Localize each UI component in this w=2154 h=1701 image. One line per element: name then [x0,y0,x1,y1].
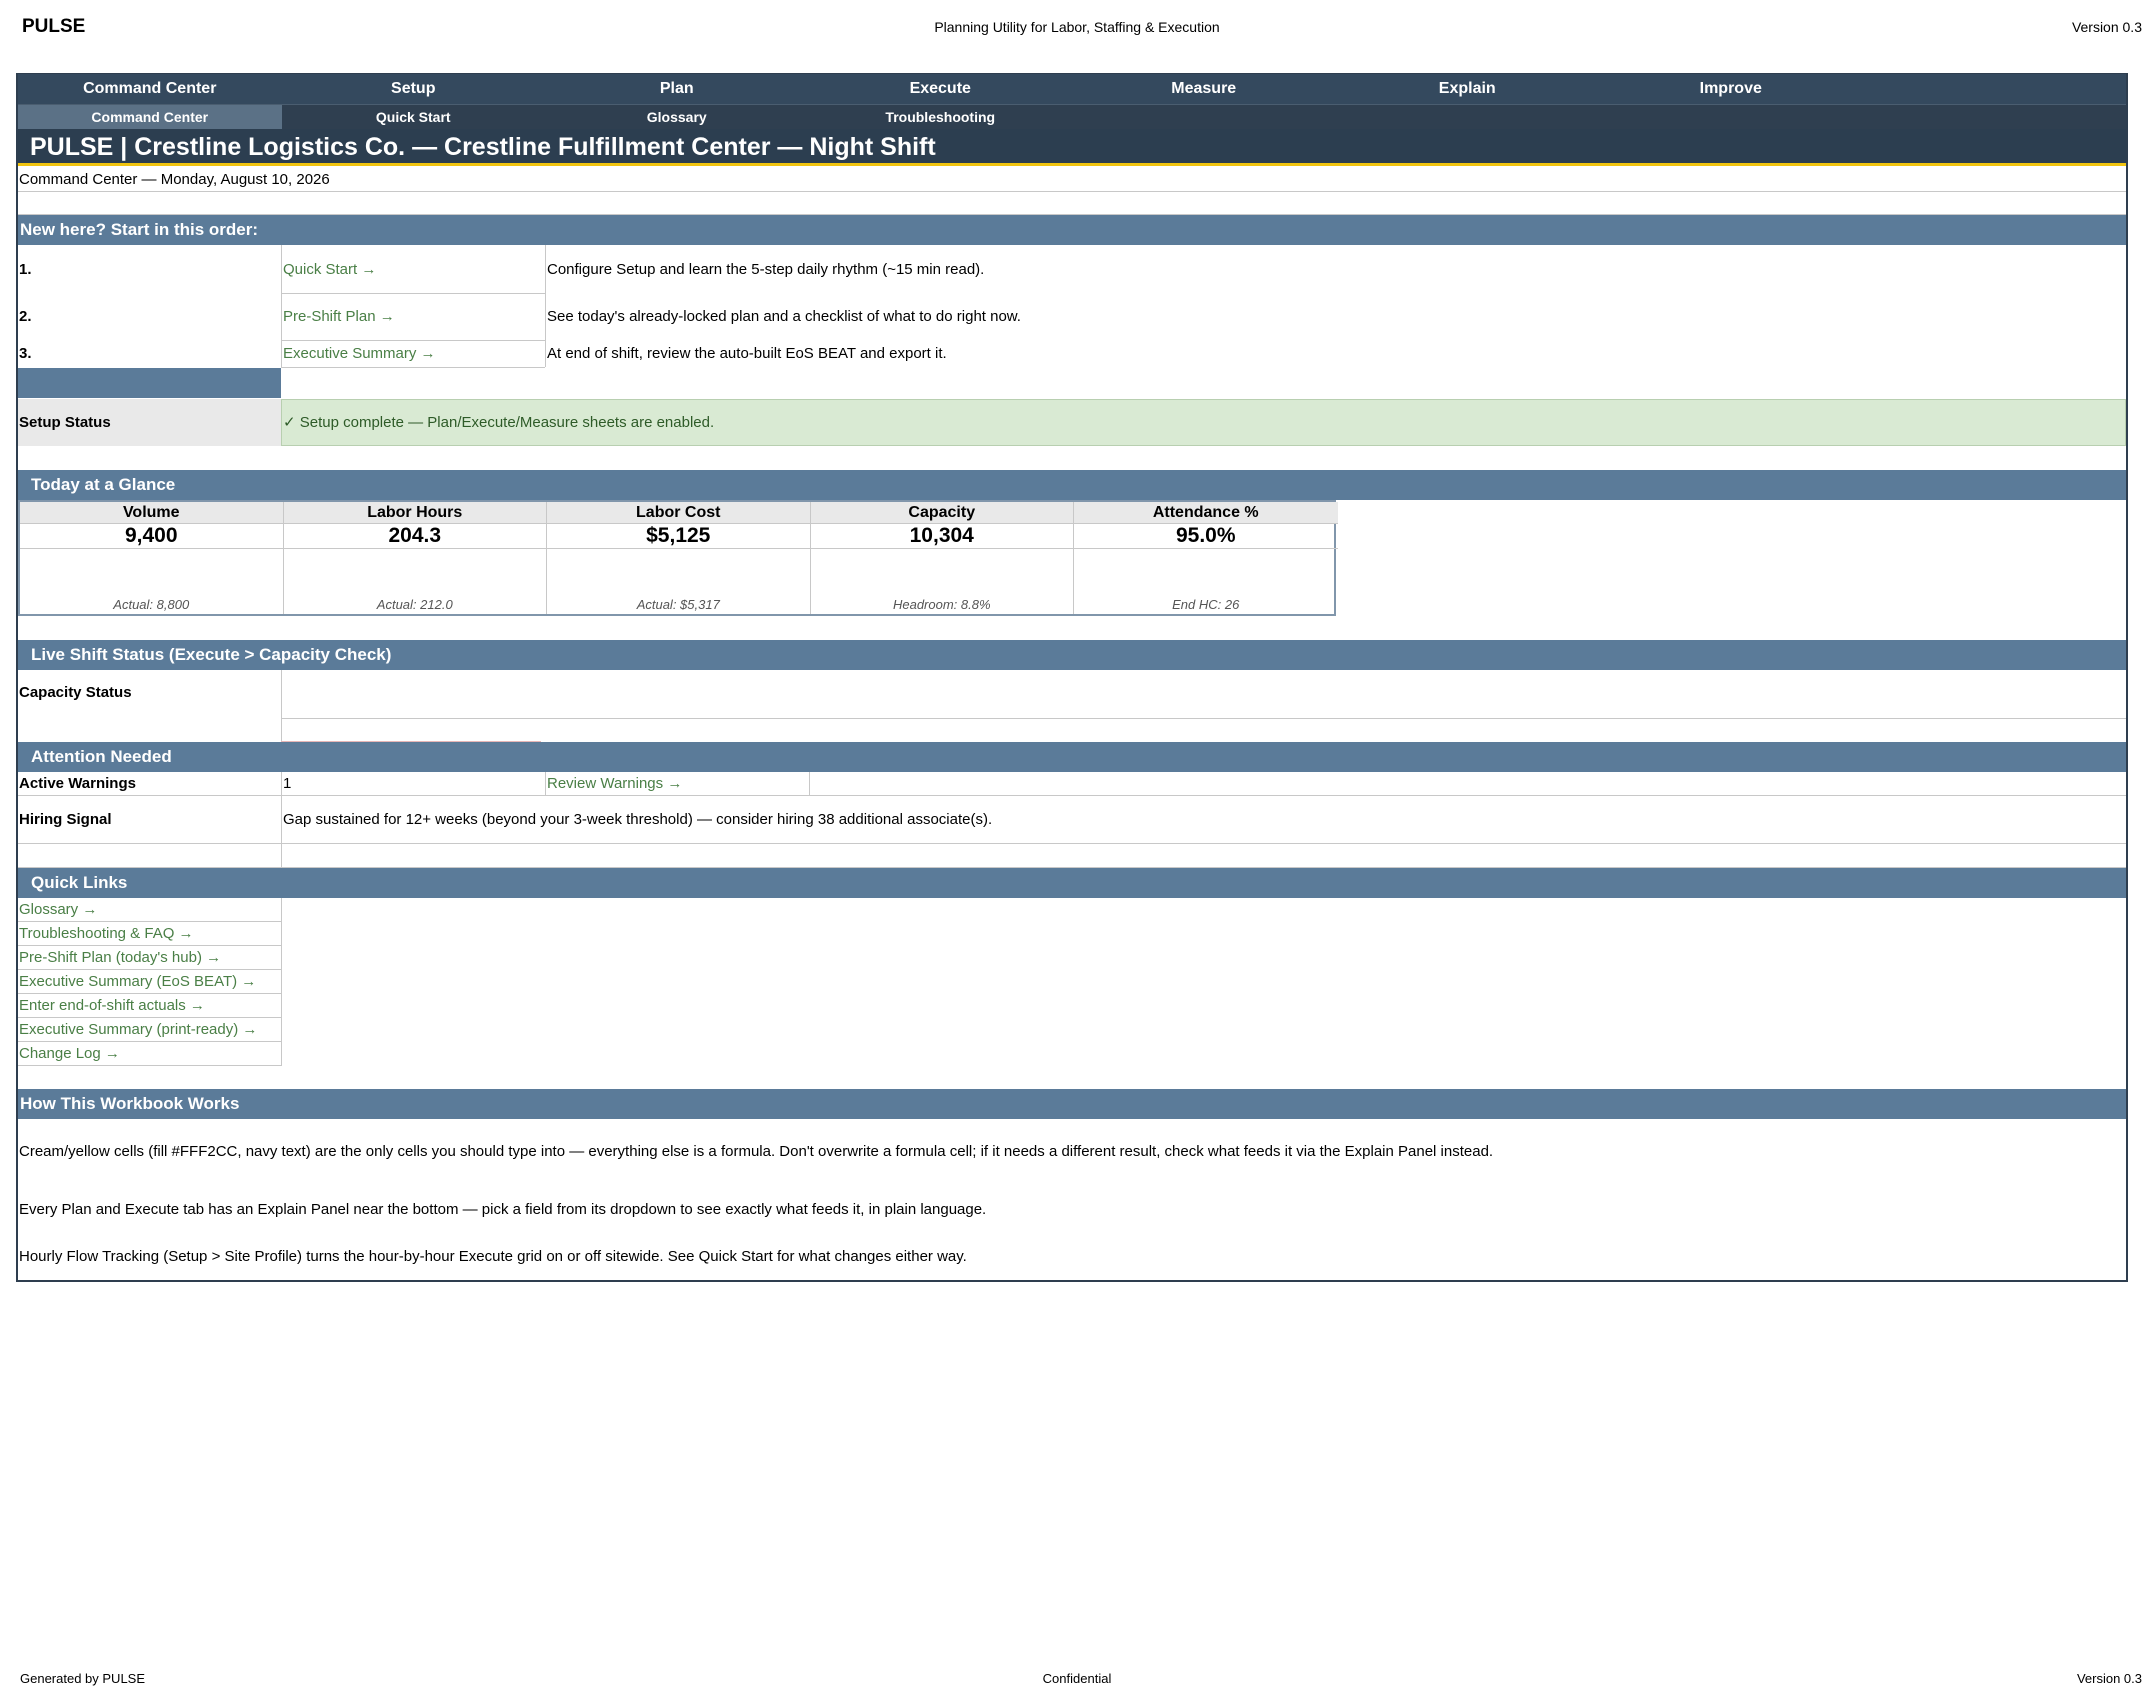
divider [281,772,282,868]
kpi-label: Attendance % [1074,502,1338,524]
divider [545,245,546,367]
page-header-version: Version 0.3 [2071,19,2142,35]
divider [281,718,2126,719]
how-it-works-paragraph: Every Plan and Execute tab has an Explai… [19,1201,987,1218]
live-status-header: Live Shift Status (Execute > Capacity Ch… [18,640,2126,670]
step-description: At end of shift, review the auto-built E… [547,345,947,362]
divider [18,191,2126,192]
setup-status-value: ✓ Setup complete — Plan/Execute/Measure … [283,414,715,431]
start-here-header: New here? Start in this order: [18,215,2126,245]
active-warnings-label: Active Warnings [19,775,136,792]
nav-plan[interactable]: Plan [545,74,809,104]
quick-link-executive-summary[interactable]: Executive Summary (EoS BEAT) → [19,973,256,991]
kpi-value: 95.0% [1074,524,1338,549]
attention-header: Attention Needed [18,742,2126,772]
capacity-status-label: Capacity Status [19,684,132,701]
divider [545,772,546,796]
nav-command-center[interactable]: Command Center [18,74,282,104]
step-description: Configure Setup and learn the 5-step dai… [547,261,985,278]
nav-explain[interactable]: Explain [1336,74,1600,104]
divider [18,795,2126,796]
step-number: 2. [19,308,32,325]
nav-setup[interactable]: Setup [282,74,546,104]
kpi-subtext: Headroom: 8.8% [892,597,991,612]
nav-execute[interactable]: Execute [809,74,1073,104]
divider [18,1065,282,1066]
divider [18,1017,282,1018]
divider [281,340,545,341]
hiring-signal-text: Gap sustained for 12+ weeks (beyond your… [283,811,993,828]
quick-link-troubleshooting[interactable]: Troubleshooting & FAQ → [19,925,194,943]
kpi-subtext: Actual: $5,317 [636,597,720,612]
kpi-label: Labor Cost [547,502,810,524]
date-line: Command Center — Monday, August 10, 2026 [19,171,330,188]
kpi-label: Capacity [810,502,1073,524]
divider [281,898,282,1065]
quick-link-pre-shift-plan[interactable]: Pre-Shift Plan (today's hub) → [19,949,221,967]
quick-link-glossary[interactable]: Glossary → [19,901,97,919]
quick-link-change-log[interactable]: Change Log → [19,1045,120,1063]
step-number: 1. [19,261,32,278]
kpi-volume: Volume 9,400 Actual: 8,800 [20,502,284,614]
active-warnings-count: 1 [283,775,292,792]
subnav-troubleshooting[interactable]: Troubleshooting [809,105,1073,129]
kpi-value: 10,304 [810,524,1073,549]
kpi-value: 204.3 [283,524,546,549]
pre-shift-plan-link[interactable]: Pre-Shift Plan → [283,308,395,326]
divider [18,1041,282,1042]
glance-header: Today at a Glance [18,470,2126,500]
divider [281,245,282,367]
hiring-signal-label: Hiring Signal [19,811,112,828]
subnav-glossary[interactable]: Glossary [545,105,809,129]
kpi-labor-hours: Labor Hours 204.3 Actual: 212.0 [283,502,547,614]
divider [18,945,282,946]
divider [281,293,545,294]
kpi-label: Labor Hours [283,502,546,524]
divider [18,921,282,922]
kpi-value: 9,400 [20,524,283,549]
subnav-command-center[interactable]: Command Center [18,105,282,129]
review-warnings-link[interactable]: Review Warnings → [547,775,682,793]
glance-panel: Volume 9,400 Actual: 8,800 Labor Hours 2… [18,500,1338,616]
quick-start-link[interactable]: Quick Start → [283,261,376,279]
spacer-bar [18,368,281,398]
divider [281,367,545,368]
kpi-attendance: Attendance % 95.0% End HC: 26 [1074,502,1338,614]
divider [18,843,2126,844]
kpi-subtext: Actual: 212.0 [376,597,453,612]
divider [18,969,282,970]
page-title: PULSE | Crestline Logistics Co. — Crestl… [18,129,2126,166]
how-it-works-header: How This Workbook Works [18,1089,2126,1119]
kpi-labor-cost: Labor Cost $5,125 Actual: $5,317 [547,502,811,614]
divider [18,993,282,994]
divider [281,670,282,742]
subnav-quick-start[interactable]: Quick Start [282,105,546,129]
nav-improve[interactable]: Improve [1599,74,1863,104]
kpi-capacity: Capacity 10,304 Headroom: 8.8% [810,502,1074,614]
page-footer-center: Confidential [1042,1671,1112,1686]
page-header-subtitle: Planning Utility for Labor, Staffing & E… [934,19,1220,35]
kpi-subtext: Actual: 8,800 [113,597,190,612]
kpi-subtext: End HC: 26 [1172,597,1240,612]
how-it-works-paragraph: Hourly Flow Tracking (Setup > Site Profi… [19,1248,967,1265]
quick-link-executive-summary-print[interactable]: Executive Summary (print-ready) → [19,1021,257,1039]
primary-nav: Command Center Setup Plan Execute Measur… [18,74,2126,104]
step-description: See today's already-locked plan and a ch… [547,308,1021,325]
quick-link-enter-actuals[interactable]: Enter end-of-shift actuals → [19,997,205,1015]
kpi-label: Volume [20,502,283,524]
divider [809,772,810,796]
secondary-nav: Command Center Quick Start Glossary Trou… [18,104,2126,129]
how-it-works-paragraph: Cream/yellow cells (fill #FFF2CC, navy t… [19,1143,1494,1160]
kpi-value: $5,125 [547,524,810,549]
step-number: 3. [19,345,32,362]
nav-measure[interactable]: Measure [1072,74,1336,104]
setup-status-label: Setup Status [19,414,111,431]
quick-links-header: Quick Links [18,868,2126,898]
executive-summary-link[interactable]: Executive Summary → [283,345,436,363]
page-footer-version: Version 0.3 [2076,1671,2142,1686]
